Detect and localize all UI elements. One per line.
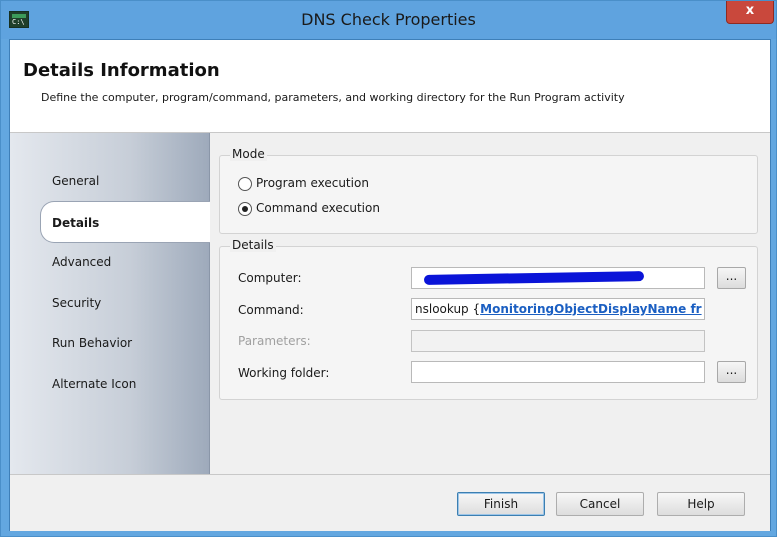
command-execution-radio[interactable] [238, 202, 252, 216]
command-label: Command: [238, 303, 304, 317]
sidebar-item-security[interactable]: Security [52, 296, 101, 310]
details-group: Details Computer: ... Command: nslookup … [219, 238, 758, 400]
cancel-button[interactable]: Cancel [556, 492, 644, 516]
page-description: Define the computer, program/command, pa… [41, 91, 625, 104]
help-button[interactable]: Help [657, 492, 745, 516]
parameters-field [411, 330, 705, 352]
computer-label: Computer: [238, 271, 302, 285]
button-bar: Finish Cancel Help [10, 474, 770, 531]
sidebar: General Details Advanced Security Run Be… [10, 133, 213, 474]
computer-browse-button[interactable]: ... [717, 267, 746, 289]
command-token-link[interactable]: MonitoringObjectDisplayName fr [480, 302, 701, 316]
body-area: General Details Advanced Security Run Be… [10, 133, 770, 474]
working-folder-browse-button[interactable]: ... [717, 361, 746, 383]
command-field[interactable]: nslookup {MonitoringObjectDisplayName fr [411, 298, 705, 320]
sidebar-item-alternate-icon[interactable]: Alternate Icon [52, 377, 136, 391]
mode-group-label: Mode [230, 147, 267, 161]
dialog-window: DNS Check Properties x Details Informati… [0, 0, 777, 537]
finish-button[interactable]: Finish [457, 492, 545, 516]
sidebar-item-label: Details [52, 216, 100, 230]
command-execution-label[interactable]: Command execution [256, 201, 380, 215]
dialog-client: Details Information Define the computer,… [9, 39, 771, 531]
sidebar-item-run-behavior[interactable]: Run Behavior [52, 336, 132, 350]
redaction-mark [423, 271, 645, 285]
working-folder-field[interactable] [411, 361, 705, 383]
program-execution-radio[interactable] [238, 177, 252, 191]
computer-field[interactable] [411, 267, 705, 289]
page-title: Details Information [23, 60, 220, 81]
main-content: Mode Program execution Command execution… [210, 133, 770, 474]
working-folder-label: Working folder: [238, 366, 330, 380]
sidebar-item-details[interactable]: Details [40, 201, 213, 243]
header: Details Information Define the computer,… [10, 40, 770, 133]
details-group-label: Details [230, 238, 276, 252]
sidebar-item-general[interactable]: General [52, 174, 99, 188]
title-bar[interactable]: DNS Check Properties x [1, 1, 776, 39]
close-button[interactable]: x [726, 1, 774, 24]
mode-group: Mode Program execution Command execution [219, 147, 758, 234]
command-prefix: nslookup { [415, 302, 481, 316]
program-execution-label[interactable]: Program execution [256, 176, 369, 190]
parameters-label: Parameters: [238, 334, 311, 348]
window-title: DNS Check Properties [301, 10, 476, 29]
sidebar-item-advanced[interactable]: Advanced [52, 255, 111, 269]
